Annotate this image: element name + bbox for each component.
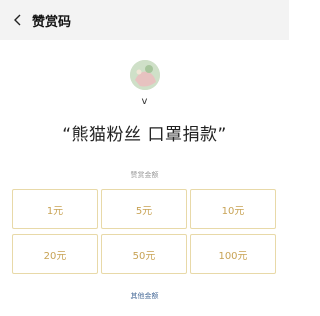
navigation-bar: 赞赏码 [0, 0, 289, 40]
amount-option-50[interactable]: 50元 [101, 234, 187, 274]
amount-option-10[interactable]: 10元 [190, 189, 276, 229]
amount-option-1[interactable]: 1元 [12, 189, 98, 229]
avatar [130, 60, 160, 90]
amount-option-100[interactable]: 100元 [190, 234, 276, 274]
other-amount-link[interactable]: 其他金额 [0, 291, 289, 301]
username: v [141, 96, 148, 107]
campaign-title: “熊猫粉丝 口罩捐款” [62, 125, 227, 145]
amount-option-5[interactable]: 5元 [101, 189, 187, 229]
amount-caption: 赞赏金额 [130, 171, 159, 179]
chevron-left-icon [13, 14, 23, 26]
amount-options: 1元 5元 10元 20元 50元 100元 [12, 189, 277, 274]
page-title: 赞赏码 [32, 14, 72, 30]
amount-option-20[interactable]: 20元 [12, 234, 98, 274]
back-button[interactable] [6, 0, 30, 40]
